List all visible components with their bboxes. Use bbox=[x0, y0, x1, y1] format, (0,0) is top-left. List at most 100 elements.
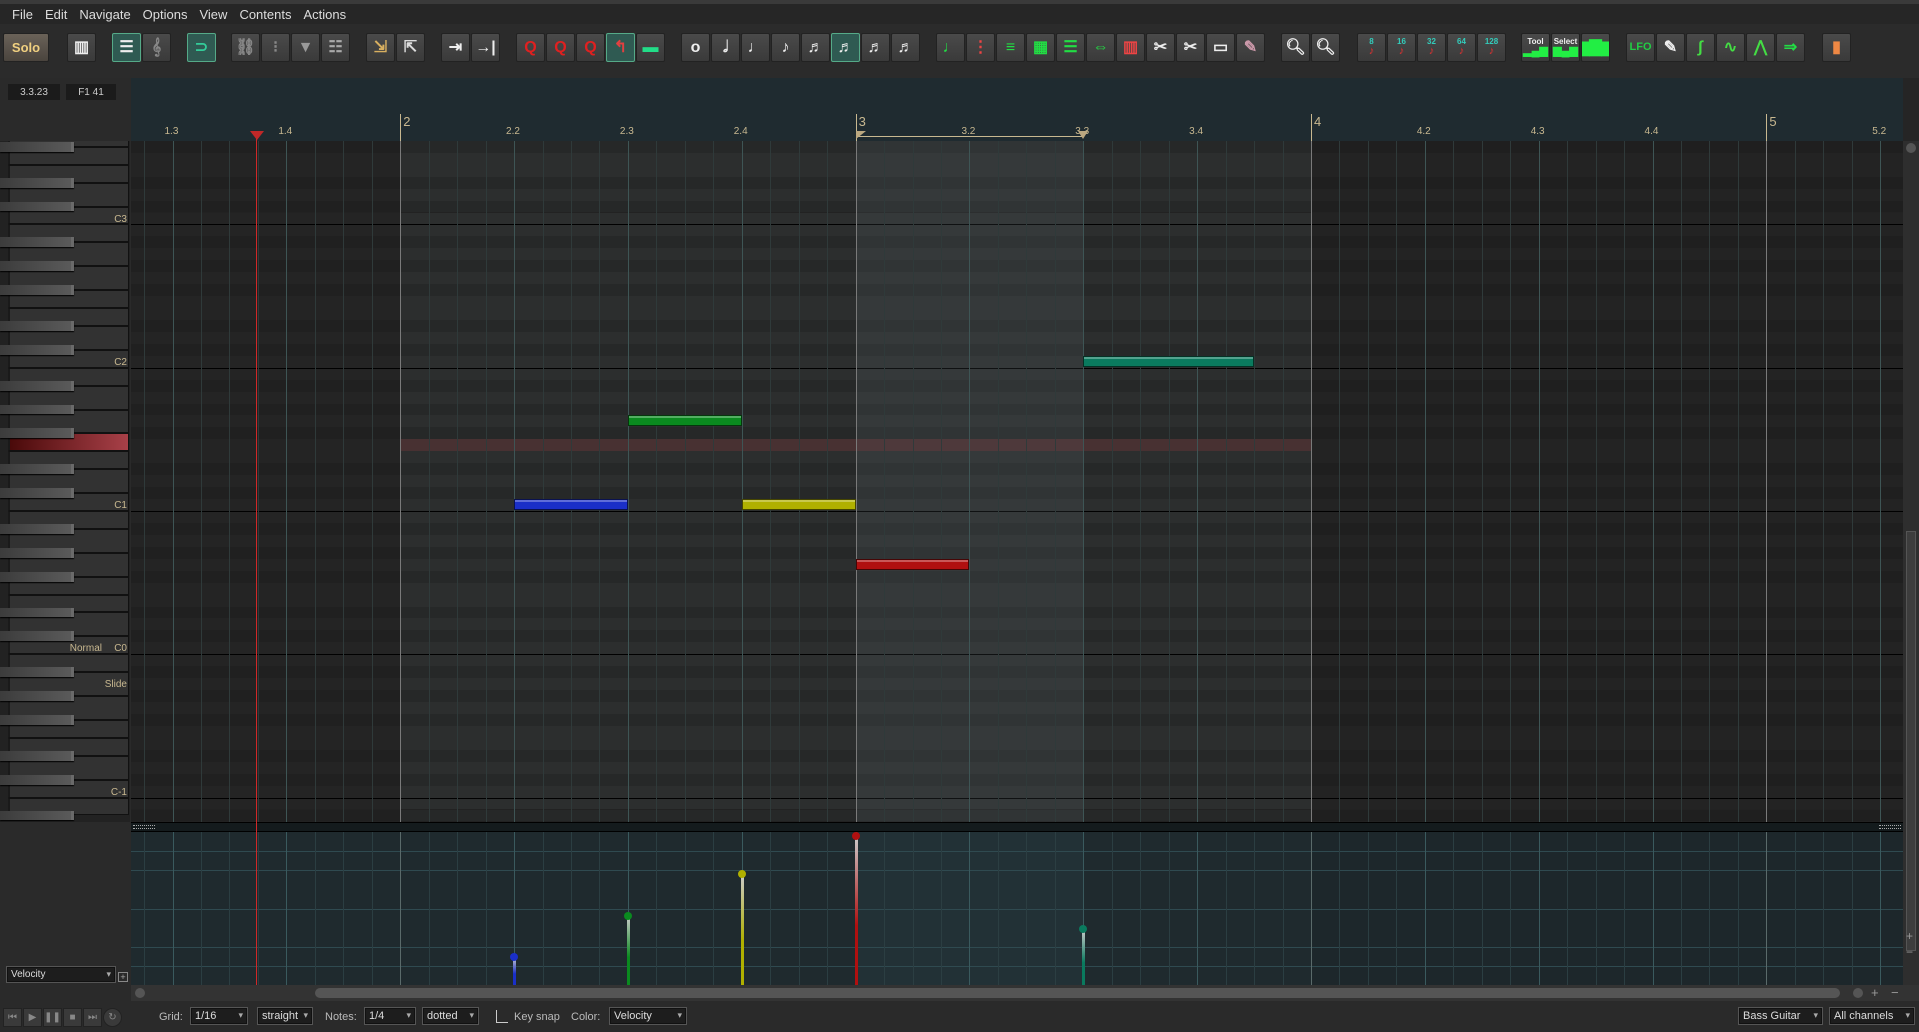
black-key[interactable] bbox=[0, 344, 74, 355]
cc-lane-select[interactable]: Velocity bbox=[6, 966, 116, 983]
go-to-end-icon[interactable]: ⏭ bbox=[83, 1008, 102, 1027]
time-selection-end-marker[interactable] bbox=[1078, 131, 1089, 139]
stop-icon[interactable]: ■ bbox=[63, 1008, 82, 1027]
cursor-to-end-button[interactable]: →| bbox=[471, 33, 500, 62]
delete-short-notes-button[interactable]: 64 ♪ bbox=[1447, 33, 1476, 62]
piano-roll-button[interactable]: ▥ bbox=[67, 33, 96, 62]
quantize-groove-button[interactable]: Q bbox=[546, 33, 575, 62]
quantize-button[interactable]: Q bbox=[516, 33, 545, 62]
mouse-pencil-button[interactable]: ✎ bbox=[1656, 33, 1685, 62]
velocity-tool-button[interactable]: Tool ▂▄▆ bbox=[1521, 33, 1550, 62]
velocity-stem-C1[interactable] bbox=[513, 956, 517, 985]
grid-notes-button[interactable]: ▦ bbox=[1026, 33, 1055, 62]
key-snap-checkbox[interactable] bbox=[496, 1010, 508, 1023]
black-key[interactable] bbox=[0, 667, 74, 678]
pause-icon[interactable]: ❚❚ bbox=[43, 1008, 62, 1027]
drum-edit-button[interactable]: ▥ bbox=[1116, 33, 1145, 62]
sixteenth-triplet-button[interactable]: ♬ bbox=[801, 33, 830, 62]
loop-source-button[interactable]: ⊃ bbox=[187, 33, 216, 62]
eraser-button[interactable]: ✎ bbox=[1236, 33, 1265, 62]
menu-file[interactable]: File bbox=[6, 7, 39, 22]
grid-type-select[interactable]: straight bbox=[257, 1007, 313, 1025]
velocity-handle-C2[interactable] bbox=[1079, 924, 1088, 933]
delete-short-notes-button[interactable]: 16 ♪ bbox=[1387, 33, 1416, 62]
route-button[interactable]: ⇒ bbox=[1776, 33, 1805, 62]
horizontal-scrollbar[interactable]: + − bbox=[131, 985, 1919, 1001]
black-key[interactable] bbox=[0, 523, 74, 534]
velocity-handle-G0[interactable] bbox=[851, 832, 860, 840]
delete-short-notes-button[interactable]: 32 ♪ bbox=[1417, 33, 1446, 62]
menu-actions[interactable]: Actions bbox=[297, 7, 352, 22]
velocity-stem-C1[interactable] bbox=[740, 873, 744, 985]
black-key[interactable] bbox=[0, 428, 74, 439]
resize-handle-left[interactable] bbox=[133, 825, 155, 829]
velocity-bars-button[interactable]: ▆▇▆ bbox=[1581, 33, 1610, 62]
link-button[interactable]: ⛓ bbox=[231, 33, 260, 62]
black-key[interactable] bbox=[0, 201, 74, 212]
delete-short-notes-button[interactable]: 128 ♪ bbox=[1477, 33, 1506, 62]
add-cc-lane-button[interactable]: + bbox=[118, 972, 128, 982]
sixteenth-note-button[interactable]: ♬ bbox=[831, 33, 860, 62]
color-map-button[interactable]: ▮ bbox=[1822, 33, 1851, 62]
black-key[interactable] bbox=[0, 810, 74, 821]
velocity-lane[interactable] bbox=[131, 832, 1903, 985]
piano-keyboard[interactable]: C3 C2 C1 C0 C-1 Normal Slide bbox=[0, 141, 130, 822]
export-item-button[interactable]: ⇱ bbox=[396, 33, 425, 62]
move-cursor-right-button[interactable]: ⇥ bbox=[441, 33, 470, 62]
scroll-left-icon[interactable] bbox=[135, 988, 145, 998]
black-key[interactable] bbox=[0, 141, 74, 152]
solo-button[interactable]: Solo bbox=[3, 33, 49, 62]
grid-select[interactable]: 1/16 bbox=[190, 1007, 248, 1025]
eighth-note-button[interactable]: ♪ bbox=[771, 33, 800, 62]
zoom-out-vertical-icon[interactable]: − bbox=[1906, 946, 1916, 958]
whole-note-button[interactable]: o bbox=[681, 33, 710, 62]
vertical-scroll-thumb[interactable] bbox=[1906, 531, 1916, 951]
black-key[interactable] bbox=[0, 320, 74, 331]
legato-button[interactable]: ♩ bbox=[936, 33, 965, 62]
notes-length-select[interactable]: 1/4 bbox=[364, 1007, 416, 1025]
black-key[interactable] bbox=[0, 571, 74, 582]
midi-note-C2[interactable] bbox=[1083, 355, 1255, 367]
zoom-horizontal-button[interactable]: 🔍︎ bbox=[1281, 33, 1310, 62]
stack-notes-button[interactable]: ☰ bbox=[1056, 33, 1085, 62]
cc-lane-divider[interactable] bbox=[131, 822, 1903, 832]
fit-notes-button[interactable]: ⇔ bbox=[1086, 33, 1115, 62]
velocity-stem-G0[interactable] bbox=[854, 836, 858, 985]
color-mode-select[interactable]: Velocity bbox=[609, 1007, 687, 1025]
event-list-button[interactable]: ☷ bbox=[321, 33, 350, 62]
black-key[interactable] bbox=[0, 177, 74, 188]
notation-clef-button[interactable]: 𝄞 bbox=[142, 33, 171, 62]
go-to-start-icon[interactable]: ⏮ bbox=[3, 1008, 22, 1027]
import-item-button[interactable]: ⇲ bbox=[366, 33, 395, 62]
arrange-notes-button[interactable]: ≡ bbox=[996, 33, 1025, 62]
sine-pencil-button[interactable]: ∿ bbox=[1716, 33, 1745, 62]
horizontal-scroll-thumb[interactable] bbox=[315, 988, 1840, 998]
black-key[interactable] bbox=[0, 607, 74, 618]
scroll-up-icon[interactable] bbox=[1906, 143, 1916, 153]
delete-short-notes-button[interactable]: 8 ♪ bbox=[1357, 33, 1386, 62]
black-key[interactable] bbox=[0, 464, 74, 475]
razor-button[interactable]: ▭ bbox=[1206, 33, 1235, 62]
zoom-in-vertical-icon[interactable]: + bbox=[1906, 930, 1916, 942]
footsteps-button[interactable]: ⁝ bbox=[261, 33, 290, 62]
unquantize-button[interactable]: ↰ bbox=[606, 33, 635, 62]
stretch-button[interactable]: ▬ bbox=[636, 33, 665, 62]
edit-cursor-marker[interactable] bbox=[250, 131, 264, 140]
track-select[interactable]: Bass Guitar bbox=[1738, 1007, 1823, 1025]
scroll-right-icon[interactable] bbox=[1853, 988, 1863, 998]
resize-handle-right[interactable] bbox=[1879, 825, 1901, 829]
zoom-in-horizontal-icon[interactable]: + bbox=[1871, 985, 1879, 1000]
filter-button[interactable]: ▼ bbox=[291, 33, 320, 62]
velocity-select-button[interactable]: Select ▆▄▆ bbox=[1551, 33, 1580, 62]
zoom-auto-button[interactable]: 🔍︎ bbox=[1311, 33, 1340, 62]
black-key[interactable] bbox=[0, 631, 74, 642]
black-key[interactable] bbox=[0, 261, 74, 272]
black-key[interactable] bbox=[0, 488, 74, 499]
velocity-handle-C1[interactable] bbox=[737, 869, 746, 878]
midi-note-C1[interactable] bbox=[514, 499, 628, 510]
black-key[interactable] bbox=[0, 691, 74, 702]
velocity-stem-C2[interactable] bbox=[1082, 928, 1086, 985]
time-selection-start-marker[interactable] bbox=[855, 131, 866, 139]
midi-note-G0[interactable] bbox=[855, 558, 970, 570]
note-grid[interactable] bbox=[131, 141, 1903, 822]
